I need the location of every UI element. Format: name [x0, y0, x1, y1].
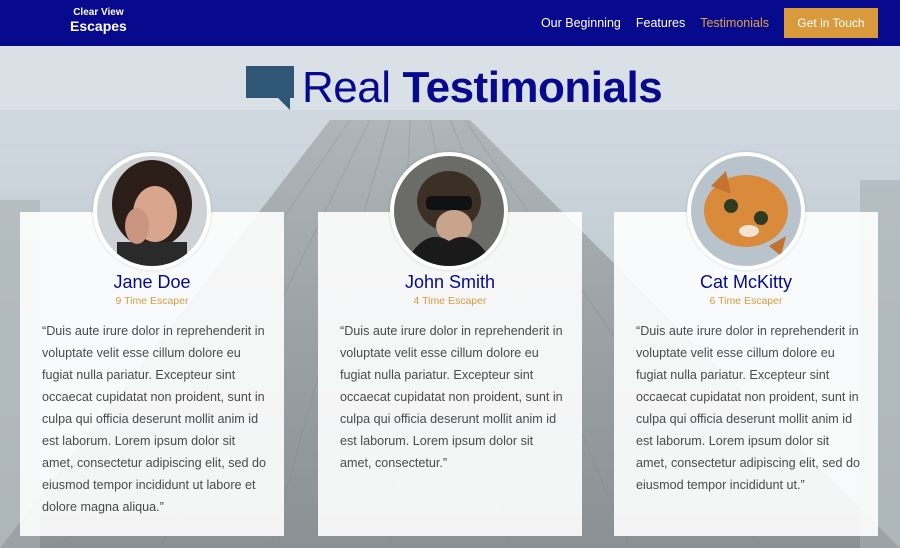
testimonial-subtitle: 9 Time Escaper	[115, 295, 189, 307]
testimonial-quote: “Duis aute irure dolor in reprehenderit …	[636, 324, 861, 492]
brand-line-1: Clear View	[73, 7, 124, 18]
nav-link-testimonials[interactable]: Testimonials	[700, 16, 769, 30]
nav-link-features[interactable]: Features	[636, 16, 685, 30]
get-in-touch-button[interactable]: Get in Touch	[784, 8, 878, 38]
testimonial-name: Cat McKitty	[699, 272, 792, 292]
testimonial-subtitle: 6 Time Escaper	[709, 295, 783, 307]
brand-logo[interactable]: Clear View Escapes	[70, 7, 127, 34]
testimonial-name: John Smith	[404, 272, 496, 292]
brand-line-2: Escapes	[70, 18, 127, 34]
nav-link-our-beginning[interactable]: Our Beginning	[541, 16, 621, 30]
testimonial-subtitle: 4 Time Escaper	[413, 295, 487, 307]
testimonial-name: Jane Doe	[113, 272, 191, 292]
avatar-john-smith	[390, 152, 508, 270]
avatar-jane-doe	[93, 152, 211, 270]
section-heading: Real Testimonials	[246, 63, 663, 112]
heading-light-text: Real	[302, 63, 391, 112]
testimonial-quote: “Duis aute irure dolor in reprehenderit …	[42, 324, 267, 514]
top-navbar: Clear View Escapes Our Beginning Feature…	[0, 0, 900, 46]
avatar-cat-mckitty	[687, 152, 805, 270]
speech-bubble-icon	[246, 66, 294, 110]
nav-menu: Our Beginning Features Testimonials Get …	[541, 8, 878, 38]
testimonial-quote: “Duis aute irure dolor in reprehenderit …	[340, 324, 563, 470]
heading-bold-text: Testimonials	[402, 63, 663, 112]
